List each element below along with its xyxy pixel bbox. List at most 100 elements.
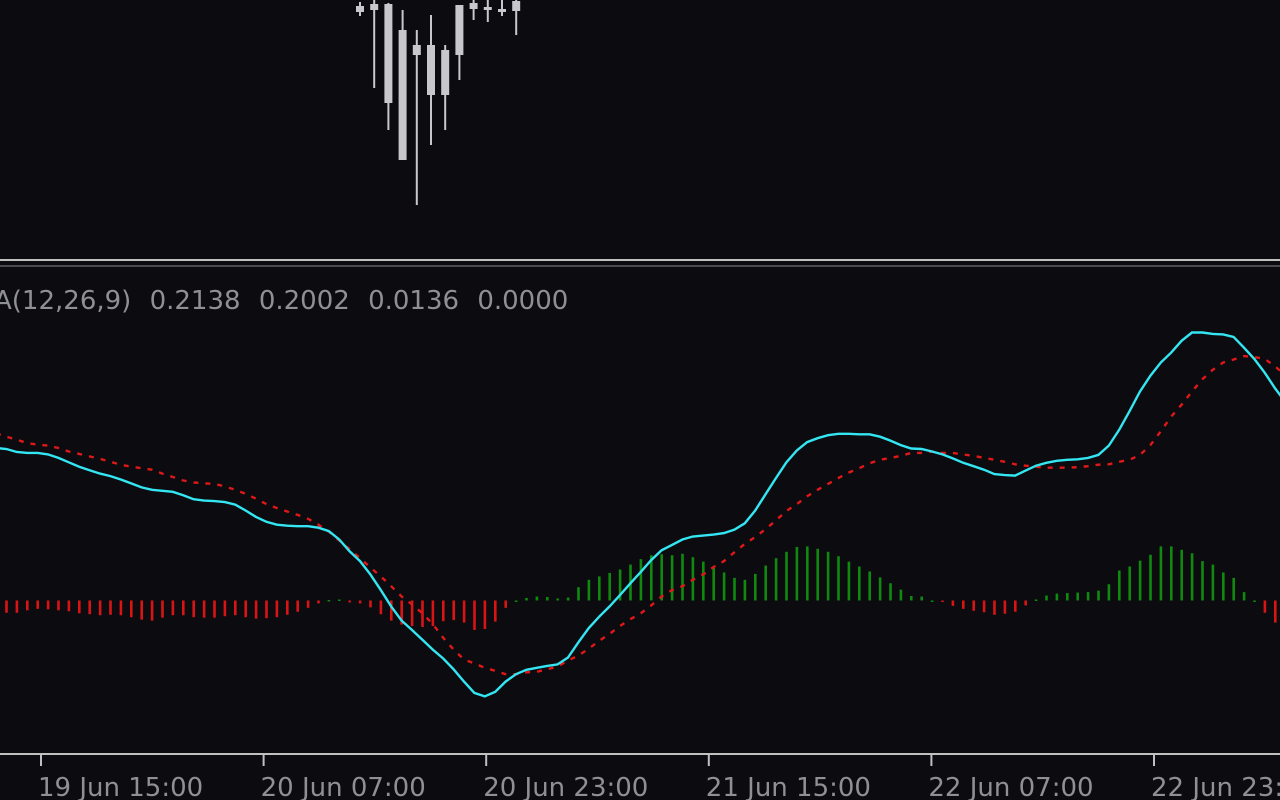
candle-body: [370, 4, 379, 10]
histogram-bar: [379, 600, 383, 615]
histogram-bar: [254, 600, 258, 619]
histogram-bar: [306, 600, 310, 608]
histogram-bar: [431, 600, 435, 627]
histogram-bar: [1066, 593, 1069, 601]
histogram-bar: [182, 600, 185, 616]
indicator-value-macd: 0.2138: [150, 286, 241, 316]
histogram-bar: [5, 600, 8, 613]
histogram-bar: [608, 572, 611, 601]
histogram-bar: [1232, 577, 1235, 601]
histogram-bar: [36, 600, 39, 609]
histogram-bar: [1003, 600, 1007, 614]
histogram-bar: [972, 600, 975, 611]
histogram-bar: [889, 583, 892, 601]
histogram-bar: [483, 600, 487, 629]
histogram-bar: [1138, 560, 1142, 601]
chart-background: [0, 0, 1280, 800]
histogram-bar: [1076, 592, 1079, 601]
histogram-bar: [223, 600, 227, 617]
histogram-bar: [1055, 593, 1059, 601]
histogram-bar: [504, 600, 507, 608]
indicator-label: A(12,26,9) 0.2138 0.2002 0.0136 0.0000: [0, 286, 568, 316]
candle-body: [356, 6, 364, 12]
histogram-bar: [535, 596, 539, 601]
candle-body: [427, 45, 435, 95]
histogram-bar: [556, 598, 559, 601]
histogram-bar: [421, 600, 424, 628]
histogram-bar: [1159, 546, 1163, 601]
histogram-bar: [150, 600, 154, 621]
candle-body: [398, 30, 407, 160]
histogram-bar: [140, 600, 143, 620]
histogram-bar: [816, 548, 819, 601]
histogram-bar: [1107, 584, 1111, 601]
histogram-bar: [1274, 600, 1277, 623]
candle-body: [412, 45, 421, 55]
histogram-bar: [15, 600, 19, 613]
histogram-bar: [785, 551, 788, 601]
time-tick-label: 21 Jun 15:00: [706, 773, 871, 800]
histogram-bar: [1034, 599, 1038, 601]
histogram-bar: [1242, 592, 1246, 601]
histogram-bar: [910, 596, 913, 601]
histogram-bar: [88, 600, 91, 615]
histogram-bar: [795, 546, 799, 601]
indicator-name: A(12,26,9): [0, 286, 131, 316]
histogram-bar: [566, 597, 570, 601]
histogram-bar: [202, 600, 206, 618]
indicator-value-signal: 0.2002: [259, 286, 350, 316]
histogram-bar: [348, 600, 351, 603]
candle-body: [441, 50, 450, 95]
histogram-bar: [213, 600, 216, 618]
histogram-bar: [639, 559, 643, 601]
histogram-bar: [358, 600, 362, 604]
histogram-bar: [244, 600, 247, 618]
histogram-bar: [733, 577, 736, 601]
histogram-bar: [462, 600, 466, 623]
histogram-bar: [514, 600, 518, 602]
histogram-bar: [702, 561, 705, 601]
histogram-bar: [899, 589, 903, 601]
histogram-bar: [982, 600, 986, 613]
histogram-bar: [1149, 554, 1152, 601]
histogram-bar: [754, 573, 757, 601]
histogram-bar: [681, 553, 684, 601]
histogram-bar: [130, 600, 133, 618]
histogram-bar: [265, 600, 268, 619]
histogram-bar: [525, 598, 528, 601]
indicator-value-extra: 0.0000: [477, 286, 568, 316]
histogram-bar: [837, 556, 840, 601]
histogram-bar: [317, 600, 320, 604]
histogram-bar: [473, 600, 476, 630]
histogram-bar: [1024, 600, 1027, 606]
histogram-bar: [1014, 600, 1017, 612]
histogram-bar: [234, 600, 237, 616]
histogram-bar: [1086, 592, 1090, 601]
candle-body: [498, 9, 506, 12]
histogram-bar: [1201, 561, 1204, 601]
histogram-bar: [806, 546, 809, 601]
histogram-bar: [452, 600, 455, 621]
candle-body: [455, 5, 464, 55]
histogram-bar: [670, 555, 674, 601]
histogram-bar: [275, 600, 279, 618]
histogram-bar: [78, 600, 81, 614]
histogram-bar: [577, 587, 580, 601]
candle-body: [384, 4, 393, 103]
histogram-bar: [26, 600, 29, 611]
histogram-bar: [1190, 553, 1194, 601]
histogram-bar: [1253, 600, 1256, 602]
histogram-bar: [826, 551, 830, 601]
histogram-bar: [1118, 570, 1121, 601]
histogram-bar: [774, 558, 778, 601]
histogram-bar: [369, 600, 372, 608]
histogram-bar: [1128, 566, 1131, 601]
histogram-bar: [46, 600, 50, 610]
histogram-bar: [598, 576, 601, 601]
histogram-bar: [1180, 549, 1183, 601]
time-tick-label: 22 Jun 07:00: [928, 773, 1093, 800]
histogram-bar: [1211, 564, 1215, 601]
time-tick-label: 20 Jun 23:00: [483, 773, 648, 800]
histogram-bar: [858, 566, 861, 601]
histogram-bar: [546, 597, 549, 601]
